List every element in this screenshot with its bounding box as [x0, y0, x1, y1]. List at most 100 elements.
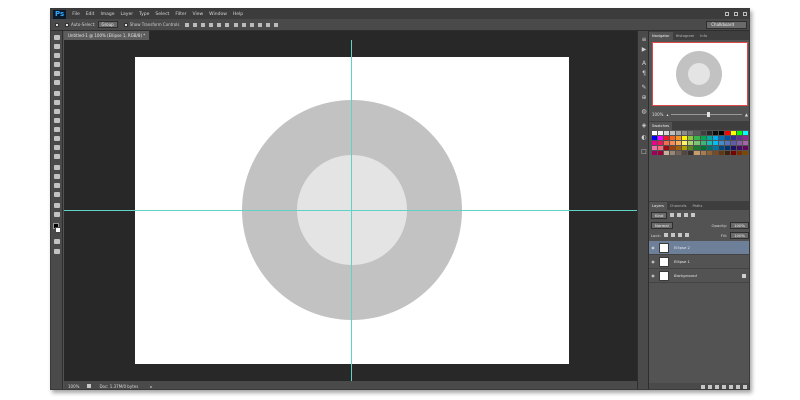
color-swatch[interactable]: [676, 146, 682, 150]
color-swatch[interactable]: [742, 151, 748, 155]
color-swatch[interactable]: [712, 131, 718, 135]
color-swatch[interactable]: [724, 131, 730, 135]
color-swatch[interactable]: [718, 146, 724, 150]
color-swatch[interactable]: [724, 151, 730, 155]
menu-filter[interactable]: Filter: [175, 12, 186, 17]
tab-histogram[interactable]: Histogram: [673, 32, 698, 40]
opacity-field[interactable]: 100%: [730, 221, 749, 229]
color-swatch[interactable]: [718, 131, 724, 135]
lock-pixels-icon[interactable]: [670, 233, 675, 237]
color-swatch[interactable]: [670, 151, 676, 155]
tab-channels[interactable]: Channels: [667, 202, 690, 210]
color-swatch[interactable]: [706, 136, 712, 140]
color-swatch[interactable]: [700, 141, 706, 145]
color-swatch[interactable]: [730, 151, 736, 155]
minimize-icon[interactable]: [725, 12, 729, 16]
blend-mode-dropdown[interactable]: Normal: [651, 221, 673, 229]
properties-panel-icon[interactable]: ◈: [641, 123, 647, 129]
menu-select[interactable]: Select: [155, 12, 169, 17]
color-swatch[interactable]: [730, 141, 736, 145]
marquee-tool-icon[interactable]: [54, 44, 60, 49]
distribute-bottom-icon[interactable]: [250, 22, 255, 27]
maximize-icon[interactable]: [734, 12, 738, 16]
layer-row-background[interactable]: ◉ Background: [649, 269, 749, 283]
color-swatch[interactable]: [658, 136, 664, 140]
quick-select-tool-icon[interactable]: [54, 62, 60, 67]
color-swatch[interactable]: [658, 141, 664, 145]
clone-source-panel-icon[interactable]: ⊕: [641, 95, 647, 101]
brush-tool-icon[interactable]: [54, 100, 60, 105]
navigator-zoom-value[interactable]: 100%: [652, 112, 663, 117]
color-swatch[interactable]: [694, 151, 700, 155]
history-panel-icon[interactable]: ≡: [641, 37, 647, 43]
color-swatch[interactable]: [736, 151, 742, 155]
auto-select-checkbox[interactable]: [65, 22, 69, 27]
move-tool-preset[interactable]: [55, 22, 59, 27]
export-icon[interactable]: [87, 384, 92, 388]
eyedropper-tool-icon[interactable]: [54, 80, 60, 85]
color-swatch[interactable]: [730, 136, 736, 140]
visibility-eye-icon[interactable]: ◉: [649, 273, 657, 278]
align-left-icon[interactable]: [209, 22, 214, 27]
color-swatch[interactable]: [742, 141, 748, 145]
color-swatch[interactable]: [706, 151, 712, 155]
tab-navigator[interactable]: Navigator: [649, 32, 673, 40]
navigator-preview[interactable]: [652, 42, 748, 106]
menu-image[interactable]: Image: [100, 12, 114, 17]
color-swatch[interactable]: [742, 131, 748, 135]
zoom-in-icon[interactable]: ▲: [745, 112, 748, 117]
align-bottom-icon[interactable]: [201, 22, 206, 27]
move-tool-icon[interactable]: [54, 35, 60, 40]
new-group-icon[interactable]: [729, 385, 733, 389]
color-swatch[interactable]: [742, 146, 748, 150]
color-swatch[interactable]: [706, 141, 712, 145]
color-swatch[interactable]: [682, 131, 688, 135]
healing-brush-tool-icon[interactable]: [54, 91, 60, 96]
color-swatch[interactable]: [694, 141, 700, 145]
lock-position-icon[interactable]: [677, 233, 682, 237]
color-swatch[interactable]: [670, 136, 676, 140]
menu-type[interactable]: Type: [139, 12, 149, 17]
color-swatch[interactable]: [712, 141, 718, 145]
zoom-tool-icon[interactable]: [54, 212, 60, 217]
color-swatch[interactable]: [682, 136, 688, 140]
color-swatch[interactable]: [706, 131, 712, 135]
color-swatch[interactable]: [688, 141, 694, 145]
hand-tool-icon[interactable]: [54, 203, 60, 208]
menu-view[interactable]: View: [192, 12, 203, 17]
history-brush-tool-icon[interactable]: [54, 118, 60, 123]
color-swatch[interactable]: [730, 131, 736, 135]
color-swatch[interactable]: [664, 136, 670, 140]
show-transform-checkbox[interactable]: [123, 22, 128, 27]
color-swatch[interactable]: [670, 131, 676, 135]
color-swatch[interactable]: [700, 151, 706, 155]
align-right-icon[interactable]: [225, 22, 230, 27]
filter-type-icon[interactable]: [684, 213, 689, 217]
align-top-icon[interactable]: [185, 22, 190, 27]
zoom-slider-handle[interactable]: [706, 111, 710, 117]
layer-mask-icon[interactable]: [715, 385, 719, 389]
link-layers-icon[interactable]: [701, 385, 705, 389]
color-swatch[interactable]: [676, 136, 682, 140]
background-color-swatch[interactable]: [55, 227, 61, 233]
dodge-tool-icon[interactable]: [54, 154, 60, 159]
color-swatch[interactable]: [682, 151, 688, 155]
color-swatch[interactable]: [718, 141, 724, 145]
layer-filter-kind[interactable]: Kind: [651, 211, 668, 219]
close-icon[interactable]: [743, 12, 747, 16]
color-swatch[interactable]: [736, 146, 742, 150]
visibility-eye-icon[interactable]: ◉: [649, 259, 657, 264]
auto-select-option[interactable]: Auto-Select: Group: [65, 21, 118, 28]
color-swatch[interactable]: [688, 146, 694, 150]
menu-edit[interactable]: Edit: [86, 12, 95, 17]
color-swatch[interactable]: [682, 146, 688, 150]
color-swatch[interactable]: [694, 131, 700, 135]
auto-select-dropdown[interactable]: Group: [97, 21, 118, 28]
distribute-left-icon[interactable]: [258, 22, 263, 27]
color-swatch[interactable]: [676, 141, 682, 145]
color-swatch[interactable]: [730, 146, 736, 150]
color-swatch[interactable]: [706, 146, 712, 150]
color-swatch[interactable]: [676, 151, 682, 155]
adjustments-panel-icon[interactable]: ◐: [641, 135, 647, 141]
color-swatch[interactable]: [700, 136, 706, 140]
